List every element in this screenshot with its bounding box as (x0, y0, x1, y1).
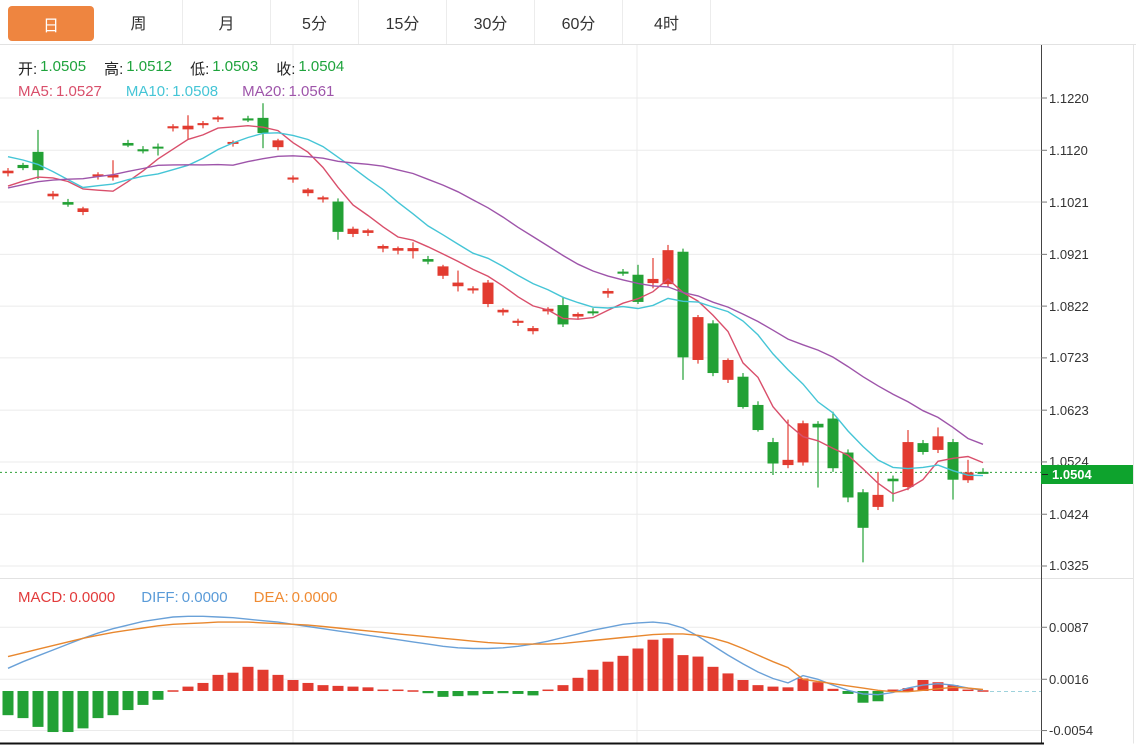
price-axis-label: 1.0921 (1049, 246, 1089, 263)
open-label: 开: (18, 58, 37, 79)
diff-dea-lines (8, 616, 1041, 694)
chart-canvas[interactable] (0, 0, 1136, 749)
grid-lines (0, 45, 1134, 744)
ma20-label: MA20: (242, 83, 285, 100)
tab-week[interactable]: 周 (95, 0, 183, 44)
ma10-value: 1.0508 (172, 83, 218, 100)
price-tag-value: 1.0504 (1052, 467, 1092, 482)
price-tag-tick (1042, 474, 1048, 475)
open-value: 1.0505 (40, 58, 86, 79)
ohlc-legend: 开:1.0505 高:1.0512 低:1.0503 收:1.0504 (18, 58, 344, 79)
trading-chart-app: 日周月5分15分30分60分4时 开:1.0505 高:1.0512 低:1.0… (0, 0, 1136, 749)
low-value: 1.0503 (212, 58, 258, 79)
candlesticks (3, 103, 989, 562)
price-axis-label: 1.0325 (1049, 557, 1089, 574)
macd-legend: MACD:0.0000 DIFF:0.0000 DEA:0.0000 (18, 589, 338, 606)
macd-axis-label: -0.0054 (1049, 722, 1093, 739)
high-value: 1.0512 (126, 58, 172, 79)
close-value: 1.0504 (298, 58, 344, 79)
diff-value: 0.0000 (182, 589, 228, 606)
period-tabbar: 日周月5分15分30分60分4时 (0, 0, 1136, 45)
macd-axis-label: 0.0016 (1049, 671, 1089, 688)
ma5-value: 1.0527 (56, 83, 102, 100)
tab-15min[interactable]: 15分 (359, 0, 447, 44)
macd-label: MACD: (18, 589, 66, 606)
price-axis-label: 1.0723 (1049, 349, 1089, 366)
y-axis (0, 45, 1047, 744)
price-axis-label: 1.1220 (1049, 90, 1089, 107)
current-price-tag: 1.0504 (1041, 465, 1133, 484)
dea-value: 0.0000 (292, 589, 338, 606)
tab-day[interactable]: 日 (8, 6, 94, 41)
ma-legend: MA5:1.0527 MA10:1.0508 MA20:1.0561 (18, 83, 334, 100)
ma10-label: MA10: (126, 83, 169, 100)
macd-axis-label: 0.0087 (1049, 619, 1089, 636)
tab-30min[interactable]: 30分 (447, 0, 535, 44)
ma5-label: MA5: (18, 83, 53, 100)
diff-label: DIFF: (141, 589, 179, 606)
price-axis-label: 1.0424 (1049, 506, 1089, 523)
tab-60min[interactable]: 60分 (535, 0, 623, 44)
price-axis-label: 1.0822 (1049, 298, 1089, 315)
ma20-value: 1.0561 (289, 83, 335, 100)
low-label: 低: (190, 58, 209, 79)
tab-month[interactable]: 月 (183, 0, 271, 44)
tab-4hour[interactable]: 4时 (623, 0, 711, 44)
dea-label: DEA: (254, 589, 289, 606)
close-label: 收: (276, 58, 295, 79)
price-axis-label: 1.0623 (1049, 402, 1089, 419)
price-axis-label: 1.1021 (1049, 194, 1089, 211)
macd-value: 0.0000 (69, 589, 115, 606)
high-label: 高: (104, 58, 123, 79)
tab-5min[interactable]: 5分 (271, 0, 359, 44)
price-axis-label: 1.1120 (1049, 142, 1088, 159)
